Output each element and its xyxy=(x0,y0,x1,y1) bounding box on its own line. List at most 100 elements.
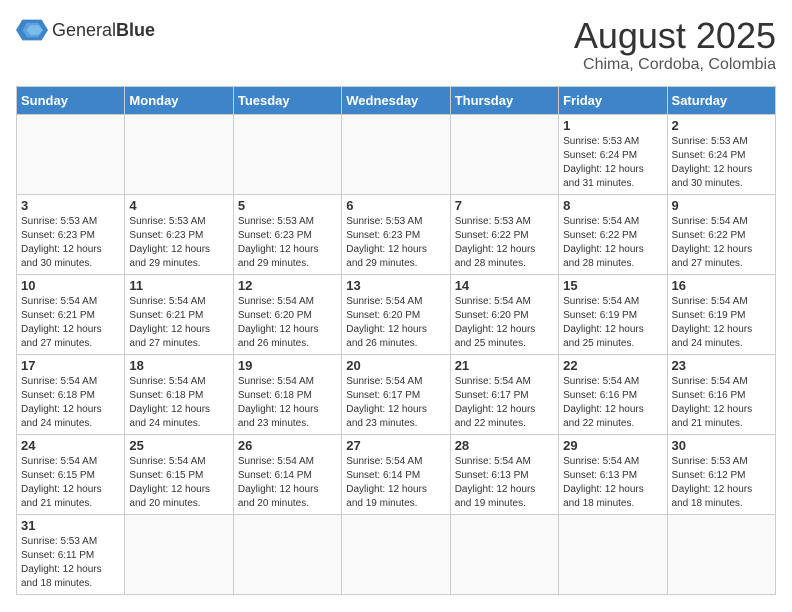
calendar-cell: 20Sunrise: 5:54 AM Sunset: 6:17 PM Dayli… xyxy=(342,354,450,434)
calendar-cell xyxy=(17,114,125,194)
day-info: Sunrise: 5:54 AM Sunset: 6:19 PM Dayligh… xyxy=(563,295,662,351)
day-info: Sunrise: 5:54 AM Sunset: 6:17 PM Dayligh… xyxy=(346,375,445,431)
day-number: 5 xyxy=(238,198,337,213)
day-info: Sunrise: 5:54 AM Sunset: 6:18 PM Dayligh… xyxy=(238,375,337,431)
day-number: 2 xyxy=(672,118,771,133)
calendar-cell: 31 Sunrise: 5:53 AM Sunset: 6:11 PM Dayli… xyxy=(17,514,125,594)
day-info: Sunrise: 5:53 AM Sunset: 6:23 PM Dayligh… xyxy=(129,215,228,271)
day-info: Sunrise: 5:54 AM Sunset: 6:15 PM Dayligh… xyxy=(129,455,228,511)
day-info: Sunrise: 5:54 AM Sunset: 6:15 PM Dayligh… xyxy=(21,455,120,511)
day-number: 27 xyxy=(346,438,445,453)
calendar-cell xyxy=(233,514,341,594)
calendar-cell: 17Sunrise: 5:54 AM Sunset: 6:18 PM Dayli… xyxy=(17,354,125,434)
calendar-week-5: 31 Sunrise: 5:53 AM Sunset: 6:11 PM Dayli… xyxy=(17,514,776,594)
day-number: 4 xyxy=(129,198,228,213)
day-info: Sunrise: 5:54 AM Sunset: 6:22 PM Dayligh… xyxy=(672,215,771,271)
weekday-header-monday: Monday xyxy=(125,86,233,114)
day-number: 29 xyxy=(563,438,662,453)
calendar-cell: 22Sunrise: 5:54 AM Sunset: 6:16 PM Dayli… xyxy=(559,354,667,434)
day-info: Sunrise: 5:54 AM Sunset: 6:22 PM Dayligh… xyxy=(563,215,662,271)
day-number: 12 xyxy=(238,278,337,293)
calendar-cell: 4 Sunrise: 5:53 AM Sunset: 6:23 PM Daylig… xyxy=(125,194,233,274)
calendar-week-1: 3Sunrise: 5:53 AM Sunset: 6:23 PM Daylig… xyxy=(17,194,776,274)
calendar-cell xyxy=(342,114,450,194)
weekday-row: SundayMondayTuesdayWednesdayThursdayFrid… xyxy=(17,86,776,114)
calendar-cell: 27 Sunrise: 5:54 AM Sunset: 6:14 PM Dayli… xyxy=(342,434,450,514)
day-info: Sunrise: 5:53 AM Sunset: 6:12 PM Dayligh… xyxy=(672,455,771,511)
day-number: 10 xyxy=(21,278,120,293)
day-info: Sunrise: 5:54 AM Sunset: 6:14 PM Dayligh… xyxy=(238,455,337,511)
weekday-header-thursday: Thursday xyxy=(450,86,558,114)
calendar-cell xyxy=(450,514,558,594)
day-number: 23 xyxy=(672,358,771,373)
day-info: Sunrise: 5:54 AM Sunset: 6:18 PM Dayligh… xyxy=(129,375,228,431)
calendar-cell: 8 Sunrise: 5:54 AM Sunset: 6:22 PM Daylig… xyxy=(559,194,667,274)
calendar-cell xyxy=(342,514,450,594)
calendar-cell: 1Sunrise: 5:53 AM Sunset: 6:24 PM Daylig… xyxy=(559,114,667,194)
calendar-cell: 18 Sunrise: 5:54 AM Sunset: 6:18 PM Dayli… xyxy=(125,354,233,434)
day-number: 11 xyxy=(129,278,228,293)
title-block: August 2025 Chima, Cordoba, Colombia xyxy=(574,16,776,74)
calendar-cell: 15Sunrise: 5:54 AM Sunset: 6:19 PM Dayli… xyxy=(559,274,667,354)
calendar-cell: 25 Sunrise: 5:54 AM Sunset: 6:15 PM Dayli… xyxy=(125,434,233,514)
calendar-cell: 10Sunrise: 5:54 AM Sunset: 6:21 PM Dayli… xyxy=(17,274,125,354)
day-number: 31 xyxy=(21,518,120,533)
day-info: Sunrise: 5:53 AM Sunset: 6:23 PM Dayligh… xyxy=(238,215,337,271)
day-number: 24 xyxy=(21,438,120,453)
calendar-cell: 14 Sunrise: 5:54 AM Sunset: 6:20 PM Dayli… xyxy=(450,274,558,354)
calendar-cell: 24 Sunrise: 5:54 AM Sunset: 6:15 PM Dayli… xyxy=(17,434,125,514)
day-info: Sunrise: 5:54 AM Sunset: 6:17 PM Dayligh… xyxy=(455,375,554,431)
calendar-cell: 12 Sunrise: 5:54 AM Sunset: 6:20 PM Dayli… xyxy=(233,274,341,354)
day-number: 8 xyxy=(563,198,662,213)
day-number: 19 xyxy=(238,358,337,373)
calendar-cell xyxy=(125,114,233,194)
calendar-cell: 29 Sunrise: 5:54 AM Sunset: 6:13 PM Dayli… xyxy=(559,434,667,514)
day-info: Sunrise: 5:54 AM Sunset: 6:16 PM Dayligh… xyxy=(563,375,662,431)
day-info: Sunrise: 5:54 AM Sunset: 6:20 PM Dayligh… xyxy=(238,295,337,351)
day-number: 6 xyxy=(346,198,445,213)
calendar-cell xyxy=(233,114,341,194)
calendar-cell: 30Sunrise: 5:53 AM Sunset: 6:12 PM Dayli… xyxy=(667,434,775,514)
header: GeneralBlue August 2025 Chima, Cordoba, … xyxy=(16,16,776,74)
day-number: 26 xyxy=(238,438,337,453)
day-info: Sunrise: 5:54 AM Sunset: 6:14 PM Dayligh… xyxy=(346,455,445,511)
location-title: Chima, Cordoba, Colombia xyxy=(574,56,776,74)
calendar-cell: 9 Sunrise: 5:54 AM Sunset: 6:22 PM Daylig… xyxy=(667,194,775,274)
day-number: 9 xyxy=(672,198,771,213)
calendar-cell xyxy=(559,514,667,594)
weekday-header-sunday: Sunday xyxy=(17,86,125,114)
weekday-header-friday: Friday xyxy=(559,86,667,114)
calendar-cell: 3Sunrise: 5:53 AM Sunset: 6:23 PM Daylig… xyxy=(17,194,125,274)
day-number: 18 xyxy=(129,358,228,373)
logo: GeneralBlue xyxy=(16,16,155,44)
day-info: Sunrise: 5:53 AM Sunset: 6:24 PM Dayligh… xyxy=(672,135,771,191)
calendar-cell xyxy=(450,114,558,194)
calendar-cell: 2 Sunrise: 5:53 AM Sunset: 6:24 PM Daylig… xyxy=(667,114,775,194)
day-number: 13 xyxy=(346,278,445,293)
day-info: Sunrise: 5:53 AM Sunset: 6:23 PM Dayligh… xyxy=(346,215,445,271)
day-info: Sunrise: 5:53 AM Sunset: 6:24 PM Dayligh… xyxy=(563,135,662,191)
logo-icon xyxy=(16,16,48,44)
calendar-week-0: 1Sunrise: 5:53 AM Sunset: 6:24 PM Daylig… xyxy=(17,114,776,194)
calendar-cell: 16Sunrise: 5:54 AM Sunset: 6:19 PM Dayli… xyxy=(667,274,775,354)
day-info: Sunrise: 5:54 AM Sunset: 6:16 PM Dayligh… xyxy=(672,375,771,431)
calendar-cell: 21 Sunrise: 5:54 AM Sunset: 6:17 PM Dayli… xyxy=(450,354,558,434)
day-info: Sunrise: 5:54 AM Sunset: 6:20 PM Dayligh… xyxy=(455,295,554,351)
day-number: 21 xyxy=(455,358,554,373)
calendar-cell: 28Sunrise: 5:54 AM Sunset: 6:13 PM Dayli… xyxy=(450,434,558,514)
calendar-cell: 13 Sunrise: 5:54 AM Sunset: 6:20 PM Dayli… xyxy=(342,274,450,354)
day-number: 7 xyxy=(455,198,554,213)
calendar-cell xyxy=(125,514,233,594)
calendar-week-3: 17Sunrise: 5:54 AM Sunset: 6:18 PM Dayli… xyxy=(17,354,776,434)
month-title: August 2025 xyxy=(574,16,776,56)
calendar-cell: 7 Sunrise: 5:53 AM Sunset: 6:22 PM Daylig… xyxy=(450,194,558,274)
day-info: Sunrise: 5:54 AM Sunset: 6:13 PM Dayligh… xyxy=(455,455,554,511)
day-info: Sunrise: 5:53 AM Sunset: 6:11 PM Dayligh… xyxy=(21,535,120,591)
day-info: Sunrise: 5:53 AM Sunset: 6:22 PM Dayligh… xyxy=(455,215,554,271)
day-number: 25 xyxy=(129,438,228,453)
day-number: 14 xyxy=(455,278,554,293)
day-info: Sunrise: 5:54 AM Sunset: 6:21 PM Dayligh… xyxy=(129,295,228,351)
calendar-cell: 19 Sunrise: 5:54 AM Sunset: 6:18 PM Dayli… xyxy=(233,354,341,434)
day-info: Sunrise: 5:54 AM Sunset: 6:20 PM Dayligh… xyxy=(346,295,445,351)
day-info: Sunrise: 5:54 AM Sunset: 6:13 PM Dayligh… xyxy=(563,455,662,511)
